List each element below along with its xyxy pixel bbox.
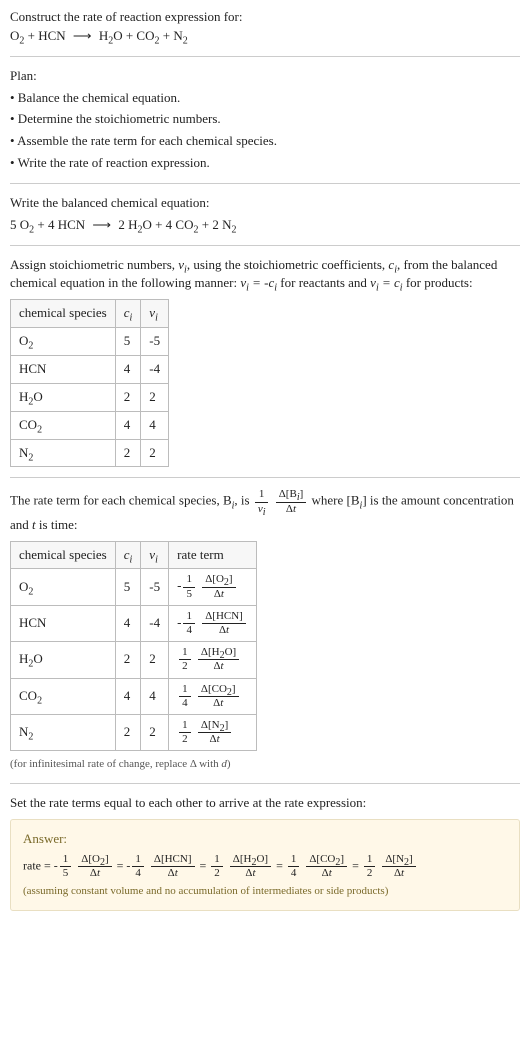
- answer-label: Answer:: [23, 830, 507, 849]
- nu-i: νi: [178, 257, 187, 272]
- stoich-section: Assign stoichiometric numbers, νi, using…: [10, 256, 520, 468]
- answer-assumption: (assuming constant volume and no accumul…: [23, 884, 507, 900]
- plan-item: • Determine the stoichiometric numbers.: [10, 110, 520, 129]
- cell-ci: 2: [115, 439, 141, 467]
- cell-nui: -4: [141, 355, 169, 383]
- cell-species: O2: [11, 328, 116, 356]
- set-equal-text: Set the rate terms equal to each other t…: [10, 794, 520, 813]
- cell-nui: 4: [141, 678, 169, 714]
- cell-ci: 4: [115, 411, 141, 439]
- infinitesimal-note: (for infinitesimal rate of change, repla…: [10, 757, 520, 773]
- col-rate-term: rate term: [169, 541, 257, 569]
- text: where [B: [312, 493, 360, 508]
- cell-species: CO2: [11, 411, 116, 439]
- cell-rate-term: 12 Δ[N2]Δt: [169, 714, 257, 750]
- table-row: H2O 2 2 12 Δ[H2O]Δt: [11, 642, 257, 678]
- cell-species: H2O: [11, 383, 116, 411]
- cell-nui: 2: [141, 383, 169, 411]
- c-i: ci: [388, 257, 397, 272]
- text: for reactants and: [277, 275, 370, 290]
- rate-prefix: rate =: [23, 858, 54, 872]
- col-species: chemical species: [11, 300, 116, 328]
- cell-species: CO2: [11, 678, 116, 714]
- col-nui: νi: [141, 541, 169, 569]
- rate-term-table: chemical species ci νi rate term O2 5 -5…: [10, 541, 257, 752]
- cell-rate-term: -15 Δ[O2]Δt: [169, 569, 257, 605]
- stoich-table: chemical species ci νi O25-5 HCN4-4 H2O2…: [10, 299, 169, 467]
- divider: [10, 477, 520, 478]
- divider: [10, 245, 520, 246]
- intro: Construct the rate of reaction expressio…: [10, 8, 520, 46]
- cell-rate-term: 12 Δ[H2O]Δt: [169, 642, 257, 678]
- cell-ci: 2: [115, 642, 141, 678]
- answer-box: Answer: rate = -15 Δ[O2]Δt = -14 Δ[HCN]Δ…: [10, 819, 520, 911]
- col-ci: ci: [115, 541, 141, 569]
- text: , is: [234, 493, 252, 508]
- prompt-text: Construct the rate of reaction expressio…: [10, 8, 520, 27]
- cell-nui: 2: [141, 439, 169, 467]
- text: The rate term for each chemical species,…: [10, 493, 232, 508]
- plan-heading: Plan:: [10, 67, 520, 86]
- table-row: CO244: [11, 411, 169, 439]
- cell-nui: 2: [141, 642, 169, 678]
- plan-item: • Assemble the rate term for each chemic…: [10, 132, 520, 151]
- cell-species: HCN: [11, 355, 116, 383]
- cell-ci: 2: [115, 714, 141, 750]
- rate-term-section: The rate term for each chemical species,…: [10, 488, 520, 773]
- table-row: H2O22: [11, 383, 169, 411]
- col-ci: ci: [115, 300, 141, 328]
- cell-species: HCN: [11, 605, 116, 641]
- cell-rate-term: 14 Δ[CO2]Δt: [169, 678, 257, 714]
- frac-dbi-dt: Δ[Bi]Δt: [276, 488, 307, 515]
- eq-reactants: νi = -ci: [240, 275, 277, 290]
- rate-expression: rate = -15 Δ[O2]Δt = -14 Δ[HCN]Δt = 12 Δ…: [23, 853, 507, 880]
- text: Assign stoichiometric numbers,: [10, 257, 178, 272]
- col-species: chemical species: [11, 541, 116, 569]
- divider: [10, 56, 520, 57]
- table-row: HCN 4 -4 -14 Δ[HCN]Δt: [11, 605, 257, 641]
- col-nui: νi: [141, 300, 169, 328]
- rate-expression-section: Set the rate terms equal to each other t…: [10, 794, 520, 911]
- table-header-row: chemical species ci νi rate term: [11, 541, 257, 569]
- table-row: CO2 4 4 14 Δ[CO2]Δt: [11, 678, 257, 714]
- table-row: O2 5 -5 -15 Δ[O2]Δt: [11, 569, 257, 605]
- plan-item: • Balance the chemical equation.: [10, 89, 520, 108]
- cell-species: H2O: [11, 642, 116, 678]
- unbalanced-equation: O2 + HCN ⟶ H2O + CO2 + N2: [10, 27, 520, 46]
- cell-species: O2: [11, 569, 116, 605]
- stoich-text: Assign stoichiometric numbers, νi, using…: [10, 256, 520, 294]
- cell-ci: 4: [115, 678, 141, 714]
- balanced-section: Write the balanced chemical equation: 5 …: [10, 194, 520, 235]
- eq-products: νi = ci: [370, 275, 402, 290]
- text: , using the stoichiometric coefficients,: [187, 257, 389, 272]
- cell-nui: 4: [141, 411, 169, 439]
- balanced-heading: Write the balanced chemical equation:: [10, 194, 520, 213]
- plan-section: Plan: • Balance the chemical equation. •…: [10, 67, 520, 173]
- rate-term-text: The rate term for each chemical species,…: [10, 488, 520, 534]
- cell-species: N2: [11, 714, 116, 750]
- table-header-row: chemical species ci νi: [11, 300, 169, 328]
- table-row: O25-5: [11, 328, 169, 356]
- table-row: N222: [11, 439, 169, 467]
- cell-ci: 5: [115, 569, 141, 605]
- cell-ci: 2: [115, 383, 141, 411]
- divider: [10, 783, 520, 784]
- cell-nui: -5: [141, 569, 169, 605]
- cell-ci: 4: [115, 355, 141, 383]
- text: for products:: [403, 275, 473, 290]
- cell-ci: 4: [115, 605, 141, 641]
- cell-nui: -4: [141, 605, 169, 641]
- divider: [10, 183, 520, 184]
- cell-ci: 5: [115, 328, 141, 356]
- cell-nui: -5: [141, 328, 169, 356]
- cell-rate-term: -14 Δ[HCN]Δt: [169, 605, 257, 641]
- table-row: HCN4-4: [11, 355, 169, 383]
- plan-item: • Write the rate of reaction expression.: [10, 154, 520, 173]
- cell-species: N2: [11, 439, 116, 467]
- text: is time:: [36, 517, 78, 532]
- table-row: N2 2 2 12 Δ[N2]Δt: [11, 714, 257, 750]
- balanced-equation: 5 O2 + 4 HCN ⟶ 2 H2O + 4 CO2 + 2 N2: [10, 216, 520, 235]
- frac-1-over-nui: 1νi: [255, 488, 269, 515]
- cell-nui: 2: [141, 714, 169, 750]
